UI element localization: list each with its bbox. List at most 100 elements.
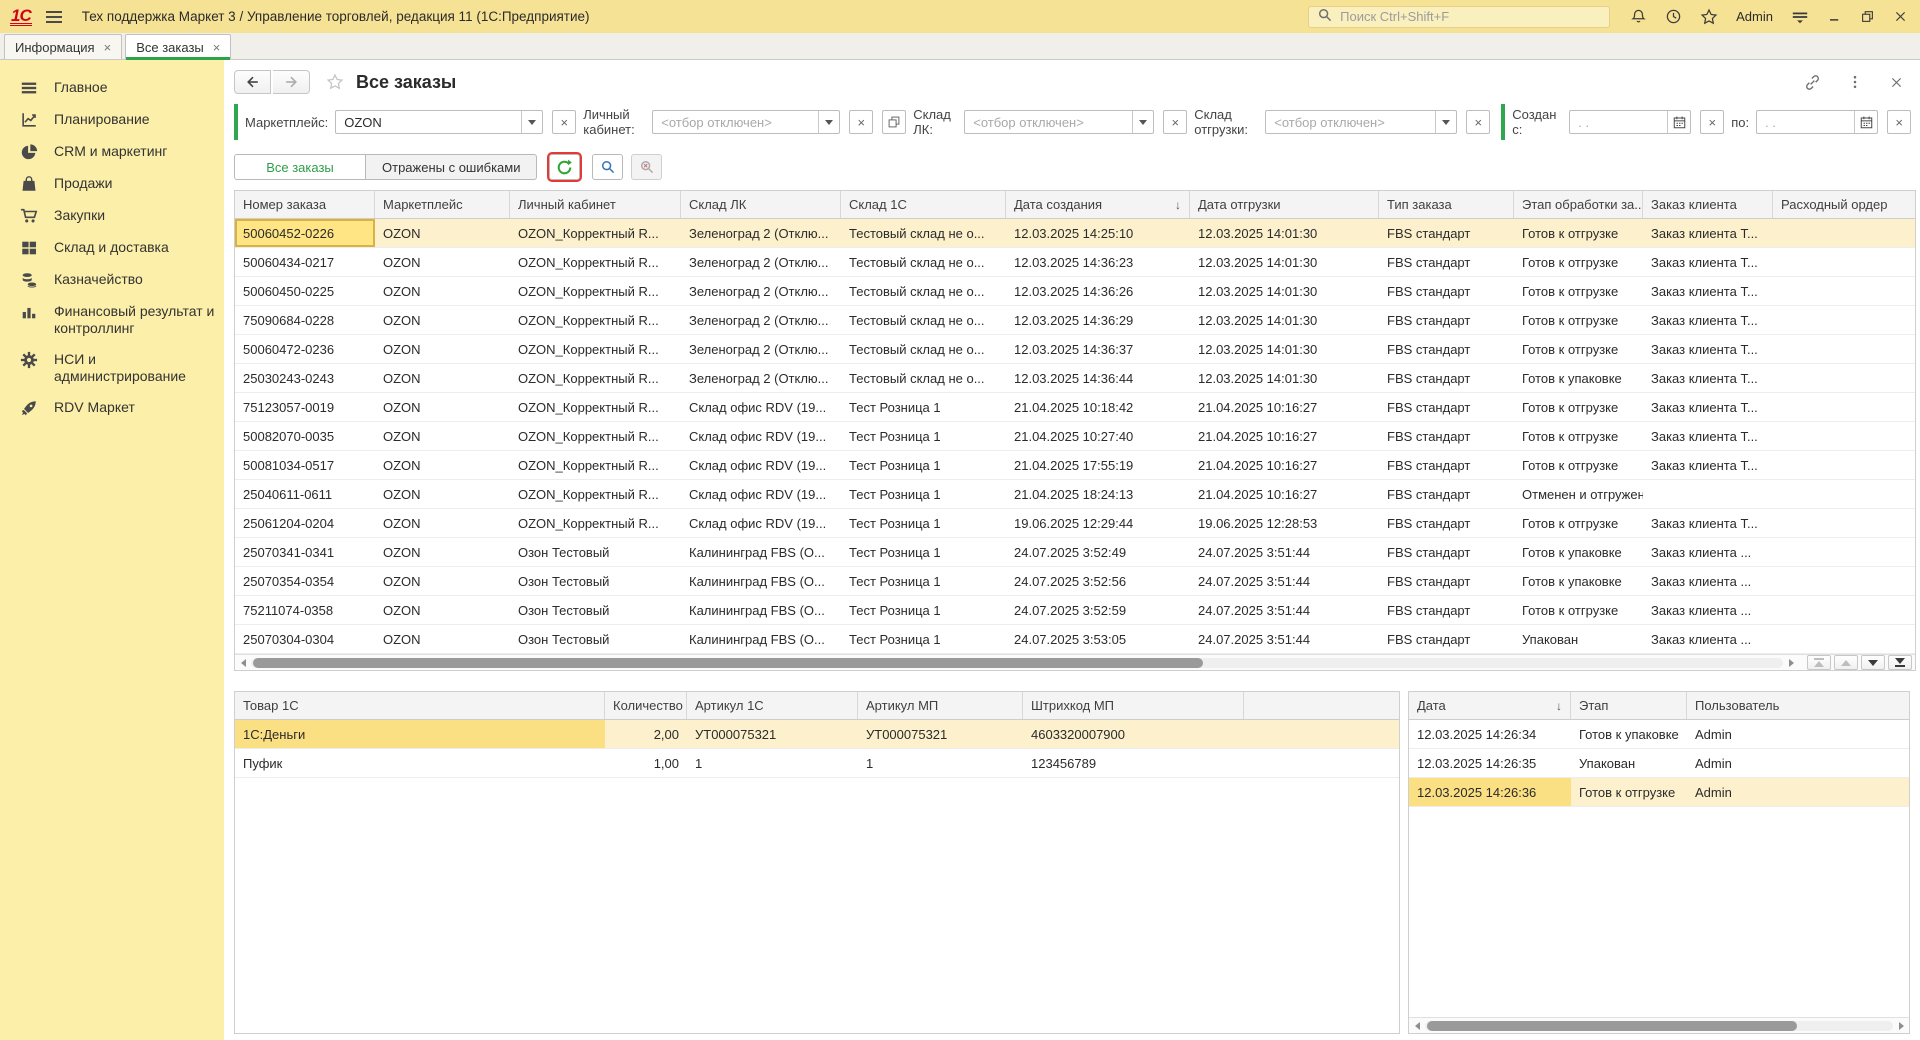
marketplace-filter-combo[interactable]: OZON	[335, 110, 544, 134]
cabinet-filter-combo[interactable]: <отбор отключен>	[652, 110, 841, 134]
table-row[interactable]: 50060434-0217 OZON OZON_Корректный R... Зел…	[235, 248, 1915, 277]
table-row[interactable]: 50060452-0226 OZON OZON_Корректный R... Зел…	[235, 219, 1915, 248]
all-orders-button[interactable]: Все заказы	[234, 154, 366, 180]
horizontal-splitter[interactable]	[224, 671, 1920, 691]
column-header[interactable]: Расходный ордер	[1773, 191, 1915, 218]
main-menu-icon[interactable]	[44, 9, 64, 25]
column-header[interactable]	[1244, 692, 1399, 719]
sidebar-item[interactable]: CRM и маркетинг	[0, 136, 224, 168]
window-tab[interactable]: Все заказы ×	[125, 34, 232, 60]
reflected-with-errors-button[interactable]: Отражены с ошибками	[365, 154, 538, 180]
column-header[interactable]: Пользователь	[1687, 692, 1909, 719]
scrollbar-thumb[interactable]	[1427, 1020, 1797, 1031]
notifications-bell-icon[interactable]	[1630, 8, 1647, 25]
forward-button[interactable]	[273, 70, 310, 94]
column-header[interactable]: Тип заказа	[1379, 191, 1514, 218]
sidebar-item[interactable]: Финансовый результат и контроллинг	[0, 296, 224, 344]
refresh-button[interactable]	[549, 154, 581, 180]
sidebar-item[interactable]: Продажи	[0, 168, 224, 200]
column-header[interactable]: Штрихкод МП	[1023, 692, 1244, 719]
next-page-button[interactable]	[1861, 655, 1885, 670]
scrollbar-track[interactable]	[1425, 1020, 1893, 1031]
current-user[interactable]: Admin	[1736, 9, 1773, 24]
sidebar-item[interactable]: Главное	[0, 72, 224, 104]
sidebar-item[interactable]: Планирование	[0, 104, 224, 136]
sidebar-item[interactable]: НСИ и администрирование	[0, 344, 224, 392]
panel-menu-icon[interactable]	[1791, 8, 1809, 26]
table-row[interactable]: 25070341-0341 OZON Озон Тестовый Калинингра…	[235, 538, 1915, 567]
history-icon[interactable]	[1665, 8, 1682, 25]
go-last-page-button[interactable]	[1888, 655, 1912, 670]
column-header[interactable]: Дата создания ↓	[1006, 191, 1190, 218]
column-header[interactable]: Артикул МП	[858, 692, 1023, 719]
calendar-icon[interactable]	[1854, 111, 1877, 133]
column-header[interactable]: Дата отгрузки	[1190, 191, 1379, 218]
more-menu-icon[interactable]	[1847, 74, 1863, 90]
close-form-icon[interactable]	[1889, 75, 1904, 90]
table-row[interactable]: 25030243-0243 OZON OZON_Корректный R... Зел…	[235, 364, 1915, 393]
column-header[interactable]: Заказ клиента	[1643, 191, 1773, 218]
column-header[interactable]: Дата ↓	[1409, 692, 1571, 719]
tab-close-icon[interactable]: ×	[104, 41, 112, 54]
scrollbar-thumb[interactable]	[253, 657, 1203, 668]
column-header[interactable]: Склад ЛК	[681, 191, 841, 218]
search-button[interactable]	[592, 154, 624, 180]
created-from-date-input[interactable]: . .	[1569, 110, 1692, 134]
warehouse-lk-filter-combo[interactable]: <отбор отключен>	[964, 110, 1155, 134]
table-row[interactable]: 75211074-0358 OZON Озон Тестовый Калинингра…	[235, 596, 1915, 625]
table-row[interactable]: 50082070-0035 OZON OZON_Корректный R... Скл…	[235, 422, 1915, 451]
scroll-right-icon[interactable]	[1786, 658, 1796, 667]
minimize-icon[interactable]	[1827, 9, 1842, 24]
created-from-clear-icon[interactable]: ×	[1700, 110, 1725, 134]
chevron-down-icon[interactable]	[1132, 111, 1153, 133]
table-row[interactable]: 50060472-0236 OZON OZON_Корректный R... Зел…	[235, 335, 1915, 364]
cabinet-pick-icon[interactable]	[882, 110, 907, 134]
column-header[interactable]: Личный кабинет	[510, 191, 681, 218]
table-row[interactable]: 12.03.2025 14:26:35 Упакован Admin	[1409, 749, 1909, 778]
sidebar-item[interactable]: Казначейство	[0, 264, 224, 296]
back-button[interactable]	[234, 70, 271, 94]
sidebar-item[interactable]: Закупки	[0, 200, 224, 232]
scroll-left-icon[interactable]	[238, 658, 248, 667]
sidebar-item[interactable]: Склад и доставка	[0, 232, 224, 264]
column-header[interactable]: Этап	[1571, 692, 1687, 719]
table-row[interactable]: 1С:Деньги 2,00 УТ000075321 УТ000075321 46033…	[235, 720, 1399, 749]
chevron-down-icon[interactable]	[1435, 111, 1456, 133]
table-row[interactable]: 25061204-0204 OZON OZON_Корректный R... Скл…	[235, 509, 1915, 538]
column-header[interactable]: Склад 1С	[841, 191, 1006, 218]
column-header[interactable]: Количество	[605, 692, 687, 719]
column-header[interactable]: Номер заказа	[235, 191, 375, 218]
table-row[interactable]: 50081034-0517 OZON OZON_Корректный R... Скл…	[235, 451, 1915, 480]
warehouse-lk-clear-icon[interactable]: ×	[1163, 110, 1188, 134]
marketplace-clear-icon[interactable]: ×	[552, 110, 577, 134]
table-row[interactable]: 50060450-0225 OZON OZON_Корректный R... Зел…	[235, 277, 1915, 306]
table-row[interactable]: 75123057-0019 OZON OZON_Корректный R... Скл…	[235, 393, 1915, 422]
restore-window-icon[interactable]	[1860, 9, 1875, 24]
scroll-right-icon[interactable]	[1896, 1021, 1906, 1030]
table-row[interactable]: 12.03.2025 14:26:36 Готов к отгрузке Admin	[1409, 778, 1909, 807]
column-header[interactable]: Этап обработки за...	[1514, 191, 1643, 218]
favorites-star-icon[interactable]	[1700, 8, 1718, 26]
tab-close-icon[interactable]: ×	[213, 41, 221, 54]
shipping-warehouse-clear-icon[interactable]: ×	[1466, 110, 1491, 134]
table-row[interactable]: 75090684-0228 OZON OZON_Корректный R... Зел…	[235, 306, 1915, 335]
created-to-date-input[interactable]: . .	[1756, 110, 1879, 134]
scroll-left-icon[interactable]	[1412, 1021, 1422, 1030]
table-row[interactable]: Пуфик 1,00 1 1 123456789	[235, 749, 1399, 778]
column-header[interactable]: Товар 1С	[235, 692, 605, 719]
chevron-down-icon[interactable]	[818, 111, 839, 133]
cabinet-clear-icon[interactable]: ×	[849, 110, 874, 134]
get-link-icon[interactable]	[1804, 74, 1821, 91]
chevron-down-icon[interactable]	[521, 111, 542, 133]
shipping-warehouse-filter-combo[interactable]: <отбор отключен>	[1265, 110, 1458, 134]
created-to-clear-icon[interactable]: ×	[1887, 110, 1912, 134]
column-header[interactable]: Маркетплейс	[375, 191, 510, 218]
table-row[interactable]: 25070304-0304 OZON Озон Тестовый Калинингра…	[235, 625, 1915, 654]
scrollbar-track[interactable]	[251, 657, 1783, 668]
close-window-icon[interactable]	[1893, 9, 1908, 24]
global-search-input[interactable]: Поиск Ctrl+Shift+F	[1308, 5, 1611, 28]
table-row[interactable]: 25070354-0354 OZON Озон Тестовый Калинингра…	[235, 567, 1915, 596]
favorite-star-icon[interactable]	[326, 73, 344, 91]
calendar-icon[interactable]	[1667, 111, 1690, 133]
table-row[interactable]: 25040611-0611 OZON OZON_Корректный R... Скл…	[235, 480, 1915, 509]
